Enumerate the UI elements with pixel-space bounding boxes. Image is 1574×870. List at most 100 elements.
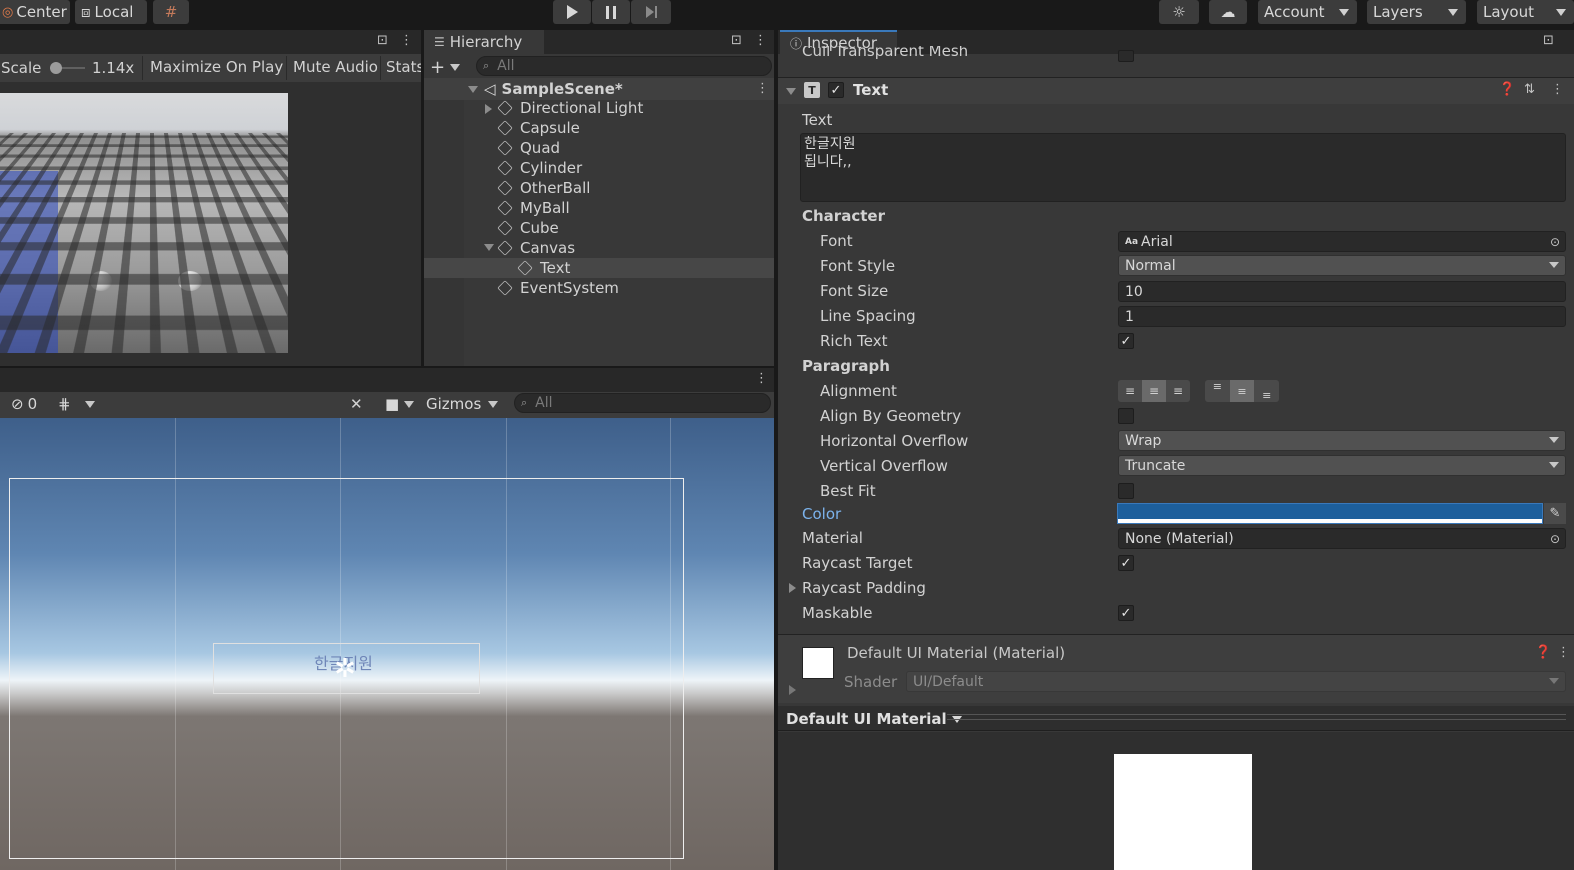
hierarchy-item[interactable]: Quad <box>424 138 774 158</box>
scene-viewport[interactable]: 한글지원 ✲ <box>0 418 776 870</box>
align-bottom-icon[interactable]: ≡ <box>1254 380 1279 402</box>
lock-icon[interactable]: ⊡ <box>731 33 742 48</box>
play-button[interactable] <box>553 0 591 24</box>
align-middle-icon[interactable]: ≡ <box>1229 380 1255 402</box>
align-center-icon[interactable]: ≡ <box>1142 380 1166 402</box>
lock-icon[interactable]: ⊡ <box>1543 33 1554 48</box>
object-picker-icon[interactable]: ⊙ <box>1550 235 1560 249</box>
pivot-center-button[interactable]: ◎ Center <box>0 0 70 24</box>
pause-button[interactable] <box>592 0 630 24</box>
text-area[interactable]: 한글지원 됩니다,, <box>800 133 1566 202</box>
hierarchy-item[interactable]: Cube <box>424 218 774 238</box>
hierarchy-item-label: OtherBall <box>520 179 591 197</box>
more-menu-icon[interactable]: ⋮ <box>754 33 767 48</box>
local-cube-icon: ⧈ <box>81 3 91 21</box>
preview-material-dropdown[interactable]: Default UI Material <box>786 709 962 729</box>
lighting-button[interactable]: ☼ <box>1159 0 1199 24</box>
step-button[interactable] <box>631 0 671 24</box>
line-spacing-input[interactable]: 1 <box>1118 306 1566 327</box>
scene-search-input[interactable]: ⌕ All <box>514 393 771 413</box>
scale-slider[interactable] <box>50 62 85 74</box>
horizontal-overflow-dropdown[interactable]: Wrap <box>1118 430 1566 451</box>
scale-slider-thumb[interactable] <box>50 62 62 74</box>
align-by-geometry-checkbox[interactable] <box>1118 408 1134 424</box>
cull-transparent-mesh-checkbox[interactable] <box>1118 50 1134 62</box>
hierarchy-item[interactable]: OtherBall <box>424 178 774 198</box>
camera-button[interactable]: ■ <box>379 392 417 416</box>
game-view-tabbar <box>0 30 421 54</box>
gameobject-cube-icon <box>497 200 513 216</box>
pause-icon <box>606 5 616 19</box>
component-enabled-checkbox[interactable]: ✓ <box>828 82 844 98</box>
hierarchy-item[interactable]: Text <box>424 258 774 278</box>
rect-transform-pivot-icon[interactable]: ✲ <box>334 654 356 684</box>
rich-text-checkbox[interactable]: ✓ <box>1118 333 1134 349</box>
hierarchy-item[interactable]: Cylinder <box>424 158 774 178</box>
gameobject-cube-icon <box>497 180 513 196</box>
hierarchy-item[interactable]: Canvas <box>424 238 774 258</box>
grid-toggle-button[interactable]: ⋕ <box>52 392 98 416</box>
font-object-field[interactable]: Aa Arial ⊙ <box>1118 231 1566 252</box>
hierarchy-item[interactable]: Directional Light <box>424 98 774 118</box>
caret-down-icon[interactable] <box>484 244 494 251</box>
stats-toggle[interactable]: Stats <box>386 58 421 76</box>
font-style-dropdown[interactable]: Normal <box>1118 255 1566 276</box>
caret-down-icon <box>1549 437 1559 443</box>
eyedropper-button[interactable]: ✎ <box>1544 503 1566 524</box>
help-icon[interactable]: ❓ <box>1535 645 1551 660</box>
more-menu-icon[interactable]: ⋮ <box>400 33 413 48</box>
text-component-header[interactable] <box>778 78 1574 104</box>
color-field[interactable] <box>1117 503 1543 524</box>
tab-hierarchy[interactable]: ☰ Hierarchy <box>424 30 544 54</box>
material-object-field[interactable]: None (Material) ⊙ <box>1118 528 1566 549</box>
help-icon[interactable]: ❓ <box>1499 82 1515 97</box>
layers-dropdown[interactable]: Layers <box>1367 0 1466 24</box>
maximize-on-play-toggle[interactable]: Maximize On Play <box>150 58 283 76</box>
align-left-icon[interactable]: ≡ <box>1118 380 1142 402</box>
pivot-local-button[interactable]: ⧈ Local <box>75 0 147 24</box>
cloud-button[interactable]: ☁ <box>1209 0 1247 24</box>
foldout-right-icon[interactable] <box>485 104 492 114</box>
foldout-right-icon[interactable] <box>789 685 796 695</box>
create-button[interactable]: + <box>430 57 466 78</box>
raycast-padding-label[interactable]: Raycast Padding <box>802 579 926 597</box>
lock-icon[interactable]: ⊡ <box>377 33 388 48</box>
layout-dropdown[interactable]: Layout <box>1477 0 1574 24</box>
best-fit-checkbox[interactable] <box>1118 483 1134 499</box>
grid-snap-button[interactable]: # <box>153 0 189 24</box>
caret-down-icon[interactable] <box>468 85 478 93</box>
maskable-checkbox[interactable]: ✓ <box>1118 605 1134 621</box>
more-menu-icon[interactable]: ⋮ <box>1557 645 1570 660</box>
hierarchy-item-label: Text <box>540 259 571 277</box>
mute-audio-toggle[interactable]: Mute Audio <box>293 58 378 76</box>
hierarchy-item[interactable]: EventSystem <box>424 278 774 298</box>
hierarchy-search-input[interactable]: ⌕ All <box>476 56 772 76</box>
more-menu-icon[interactable]: ⋮ <box>756 81 769 96</box>
info-icon: ⓘ <box>790 36 803 51</box>
preview-drag-handle[interactable] <box>947 714 1566 720</box>
hierarchy-item[interactable]: Capsule <box>424 118 774 138</box>
raycast-target-checkbox[interactable]: ✓ <box>1118 555 1134 571</box>
preset-icon[interactable]: ⇅ <box>1524 82 1535 97</box>
align-top-icon[interactable]: ≡ <box>1205 380 1230 402</box>
align-right-icon[interactable]: ≡ <box>1166 380 1190 402</box>
tools-icon[interactable]: ✕ <box>350 395 363 413</box>
more-menu-icon[interactable]: ⋮ <box>755 371 768 386</box>
shader-dropdown[interactable]: UI/Default <box>906 671 1566 692</box>
gizmos-dropdown[interactable]: Gizmos <box>420 392 506 416</box>
scale-value: 1.14x <box>92 59 135 77</box>
more-menu-icon[interactable]: ⋮ <box>1551 82 1564 97</box>
object-picker-icon[interactable]: ⊙ <box>1550 532 1560 546</box>
hierarchy-item-label: Directional Light <box>520 99 644 117</box>
hidden-objects-button[interactable]: ⊘ 0 <box>8 392 48 416</box>
vertical-overflow-dropdown[interactable]: Truncate <box>1118 455 1566 476</box>
cloud-icon: ☁ <box>1220 3 1236 21</box>
hierarchy-item-label: Cylinder <box>520 159 583 177</box>
component-foldout-icon[interactable] <box>786 88 796 95</box>
account-dropdown[interactable]: Account <box>1258 0 1357 24</box>
raycast-target-label: Raycast Target <box>802 554 913 572</box>
hierarchy-item[interactable]: MyBall <box>424 198 774 218</box>
scene-root-row[interactable]: ◁ SampleScene* <box>424 78 774 100</box>
font-size-input[interactable]: 10 <box>1118 281 1566 302</box>
foldout-right-icon[interactable] <box>789 583 796 593</box>
